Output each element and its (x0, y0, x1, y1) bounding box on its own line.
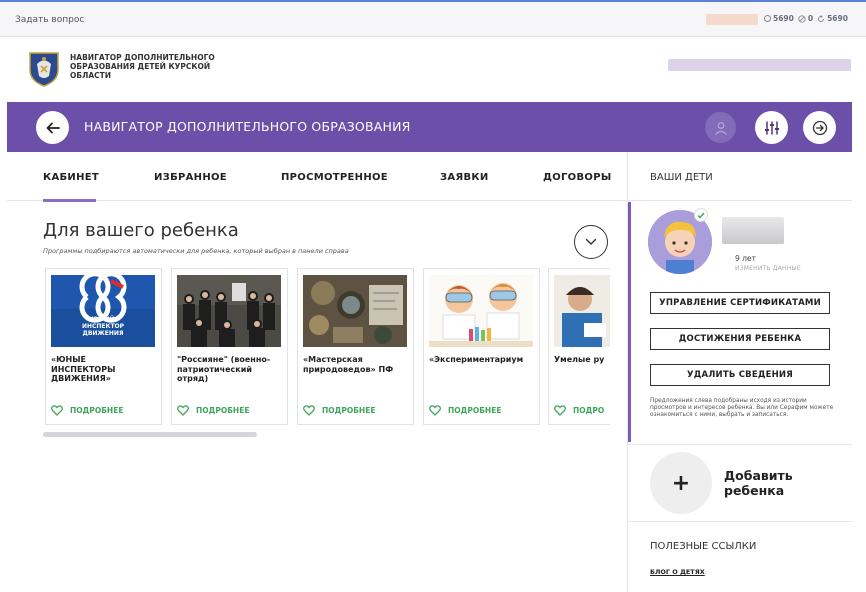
yid-logo-text-2: ИНСПЕКТОР (82, 323, 125, 330)
ban-icon (798, 14, 806, 23)
program-image (429, 275, 533, 347)
program-title: «Мастерская природоведов» ПФ (303, 355, 394, 374)
program-card[interactable]: Умелые ру ПОДРО (548, 268, 610, 425)
more-label: ПОДРО (573, 406, 605, 415)
kids-science-illustration-icon (429, 275, 533, 347)
arrow-left-icon (46, 122, 60, 133)
horizontal-scrollbar[interactable] (43, 432, 257, 437)
program-card[interactable]: ЮНЫЙ ИНСПЕКТОР ДВИЖЕНИЯ «ЮНЫЕ ИНСПЕКТОРЫ… (45, 268, 162, 425)
child-age: 9 лет (735, 254, 756, 263)
program-card[interactable]: «Экспериментариум ПОДРОБНЕЕ (423, 268, 540, 425)
heart-icon (177, 405, 189, 416)
stat-total: 5690 (764, 14, 794, 23)
heart-icon (554, 405, 566, 416)
back-button[interactable] (36, 111, 69, 144)
more-link[interactable]: ПОДРОБНЕЕ (51, 405, 123, 416)
circle-icon (764, 15, 771, 22)
sliders-icon (764, 120, 779, 135)
more-link[interactable]: ПОДРОБНЕЕ (177, 405, 249, 416)
program-title: «ЮНЫЕ ИНСПЕКТОРЫ ДВИЖЕНИЯ» (51, 355, 116, 383)
user-icon (714, 121, 727, 135)
heart-icon (303, 405, 315, 416)
tab-cabinet[interactable]: КАБИНЕТ (43, 172, 99, 183)
stat-available-value: 5690 (827, 14, 848, 23)
more-link[interactable]: ПОДРОБНЕЕ (429, 405, 501, 416)
yid-logo-text-1: ЮНЫЙ (91, 315, 114, 323)
user-button[interactable] (705, 112, 736, 143)
divider (628, 200, 852, 201)
program-title: «Экспериментариум (429, 355, 524, 364)
add-child-label[interactable]: Добавить ребенка (724, 468, 804, 498)
user-info-blurred (706, 14, 758, 25)
children-heading: ВАШИ ДЕТИ (650, 172, 713, 183)
heart-icon (429, 405, 441, 416)
stat-total-value: 5690 (773, 14, 794, 23)
program-image (177, 275, 281, 347)
program-card[interactable]: "Россияне" (военно- патриотический отряд… (171, 268, 288, 425)
blog-link[interactable]: БЛОГ О ДЕТЯХ (650, 568, 705, 576)
program-title: Умелые ру (554, 355, 605, 364)
program-card[interactable]: «Мастерская природоведов» ПФ ПОДРОБНЕЕ (297, 268, 414, 425)
more-link[interactable]: ПОДРО (554, 405, 604, 416)
program-image (554, 275, 610, 347)
group-photo-icon (177, 275, 281, 347)
child-name-blurred (722, 217, 784, 244)
active-tab-indicator (43, 199, 96, 202)
section-title: Для вашего ребенка (43, 220, 239, 241)
more-label: ПОДРОБНЕЕ (448, 406, 502, 415)
section-subtitle: Программы подбираются автоматически для … (43, 247, 349, 255)
tab-contracts[interactable]: ДОГОВОРЫ (543, 172, 612, 183)
stat-available: 5690 (817, 14, 848, 23)
arrow-circle-right-icon (812, 120, 827, 135)
delete-info-button[interactable]: УДАЛИТЬ СВЕДЕНИЯ (650, 364, 830, 386)
manage-certificates-button[interactable]: УПРАВЛЕНИЕ СЕРТИФИКАТАМИ (650, 292, 830, 314)
nav-title: НАВИГАТОР ДОПОЛНИТЕЛЬНОГО ОБРАЗОВАНИЯ (84, 119, 411, 134)
chevron-down-icon (585, 238, 597, 245)
ask-question-link[interactable]: Задать вопрос (15, 15, 84, 25)
tab-favorites[interactable]: ИЗБРАННОЕ (154, 172, 227, 183)
tab-viewed[interactable]: ПРОСМОТРЕННОЕ (281, 172, 388, 183)
tab-applications[interactable]: ЗАЯВКИ (440, 172, 489, 183)
header-info-blurred (668, 59, 851, 71)
plus-icon: + (671, 470, 691, 496)
recommendation-note: Предложения слева подобраны исходя из ис… (650, 398, 834, 418)
nature-workshop-photo-icon (303, 275, 407, 347)
program-image: ЮНЫЙ ИНСПЕКТОР ДВИЖЕНИЯ (51, 275, 155, 347)
more-label: ПОДРОБНЕЕ (322, 406, 376, 415)
more-link[interactable]: ПОДРОБНЕЕ (303, 405, 375, 416)
child-achievements-button[interactable]: ДОСТИЖЕНИЯ РЕБЕНКА (650, 328, 830, 350)
verified-icon (694, 208, 708, 222)
crafts-photo-icon (554, 275, 610, 347)
region-crest-icon[interactable] (25, 50, 63, 88)
heart-icon (51, 405, 63, 416)
filters-button[interactable] (755, 111, 788, 144)
logout-button[interactable] (803, 111, 836, 144)
more-label: ПОДРОБНЕЕ (196, 406, 250, 415)
yid-logo-text-3: ДВИЖЕНИЯ (82, 330, 123, 337)
refresh-icon (818, 14, 825, 22)
more-label: ПОДРОБНЕЕ (70, 406, 124, 415)
collapse-button[interactable] (574, 225, 608, 259)
stat-used-value: 0 (807, 14, 814, 23)
stat-used: 0 (798, 14, 813, 23)
program-title: "Россияне" (военно- патриотический отряд… (177, 355, 271, 383)
add-child-button[interactable]: + (650, 452, 712, 514)
balance-stats: 5690 0 5690 (764, 14, 848, 23)
yid-logo-icon: ЮНЫЙ ИНСПЕКТОР ДВИЖЕНИЯ (51, 275, 155, 347)
edit-data-link[interactable]: ИЗМЕНИТЬ ДАННЫЕ (735, 265, 801, 272)
program-image (303, 275, 407, 347)
brand-title[interactable]: НАВИГАТОР ДОПОЛНИТЕЛЬНОГО ОБРАЗОВАНИЯ ДЕ… (70, 53, 240, 80)
useful-links-heading: ПОЛЕЗНЫЕ ССЫЛКИ (650, 541, 757, 552)
